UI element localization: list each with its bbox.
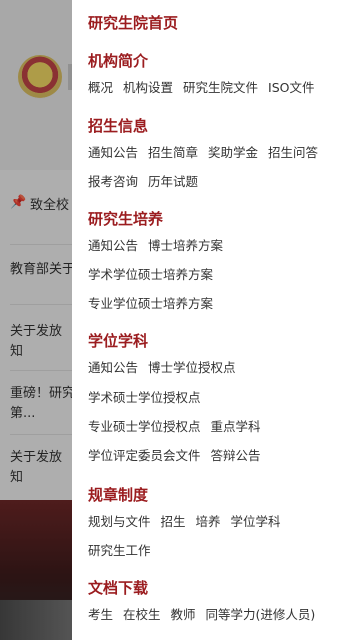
menu-item[interactable]: 学术学位硕士培养方案 <box>88 267 213 282</box>
menu-row: 通知公告 博士学位授权点 <box>88 357 246 376</box>
menu-row: 学术硕士学位授权点 <box>88 387 211 406</box>
menu-home-link[interactable]: 研究生院首页 <box>88 12 178 33</box>
menu-item[interactable]: 学位评定委员会文件 <box>88 448 201 463</box>
menu-item[interactable]: 规划与文件 <box>88 514 151 529</box>
menu-item[interactable]: 机构设置 <box>123 80 173 95</box>
menu-row: 规划与文件 招生 培养 学位学科 <box>88 511 291 530</box>
menu-section-degrees[interactable]: 学位学科 <box>88 330 148 351</box>
menu-item[interactable]: 学位学科 <box>231 514 281 529</box>
menu-item[interactable]: 专业学位硕士培养方案 <box>88 296 213 311</box>
menu-item[interactable]: 学术硕士学位授权点 <box>88 390 201 405</box>
menu-item[interactable]: 报考咨询 <box>88 174 138 189</box>
menu-item[interactable]: 奖助学金 <box>208 145 258 160</box>
side-menu-drawer: 研究生院首页 机构简介 概况 机构设置 研究生院文件 ISO文件 招生信息 通知公告招… <box>72 0 360 640</box>
menu-item[interactable]: 答辩公告 <box>211 448 261 463</box>
menu-row: 研究生工作 <box>88 540 161 559</box>
menu-item[interactable]: 在校生 <box>123 607 161 622</box>
menu-row: 通知公告 招生简章 奖助学金 招生问答 <box>88 142 328 161</box>
menu-row: 考生 在校生 教师 同等学力(进修人员) <box>88 604 325 623</box>
menu-row: 概况 机构设置 研究生院文件 ISO文件 <box>88 77 325 96</box>
menu-row: 报考咨询 历年试题 <box>88 171 208 190</box>
menu-item[interactable]: 通知公告 <box>88 145 138 160</box>
menu-section-regulations[interactable]: 规章制度 <box>88 484 148 505</box>
menu-section-downloads[interactable]: 文档下载 <box>88 577 148 598</box>
menu-row: 专业学位硕士培养方案 <box>88 293 223 312</box>
menu-item[interactable]: 研究生工作 <box>88 543 151 558</box>
menu-item[interactable]: 招生 <box>161 514 186 529</box>
menu-item[interactable]: 教师 <box>171 607 196 622</box>
menu-item[interactable]: 重点学科 <box>211 419 261 434</box>
menu-section-training[interactable]: 研究生培养 <box>88 208 163 229</box>
menu-item[interactable]: 招生简章 <box>148 145 198 160</box>
menu-row: 学术学位硕士培养方案 <box>88 264 223 283</box>
menu-item[interactable]: 通知公告 <box>88 360 138 375</box>
menu-item[interactable]: 通知公告 <box>88 238 138 253</box>
menu-section-admissions[interactable]: 招生信息 <box>88 115 148 136</box>
menu-item[interactable]: 同等学力(进修人员) <box>206 607 316 622</box>
menu-row: 专业硕士学位授权点 重点学科 <box>88 416 271 435</box>
menu-row: 通知公告 博士培养方案 <box>88 235 233 254</box>
menu-item[interactable]: ISO文件 <box>268 80 314 95</box>
menu-item[interactable]: 考生 <box>88 607 113 622</box>
menu-item[interactable]: 历年试题 <box>148 174 198 189</box>
menu-item[interactable]: 研究生院文件 <box>183 80 258 95</box>
menu-section-about[interactable]: 机构简介 <box>88 50 148 71</box>
menu-item[interactable]: 培养 <box>196 514 221 529</box>
menu-item[interactable]: 概况 <box>88 80 113 95</box>
menu-item[interactable]: 博士培养方案 <box>148 238 223 253</box>
menu-item[interactable]: 专业硕士学位授权点 <box>88 419 201 434</box>
menu-item[interactable]: 招生问答 <box>268 145 318 160</box>
menu-row: 学位评定委员会文件 答辩公告 <box>88 445 271 464</box>
menu-item[interactable]: 博士学位授权点 <box>148 360 236 375</box>
